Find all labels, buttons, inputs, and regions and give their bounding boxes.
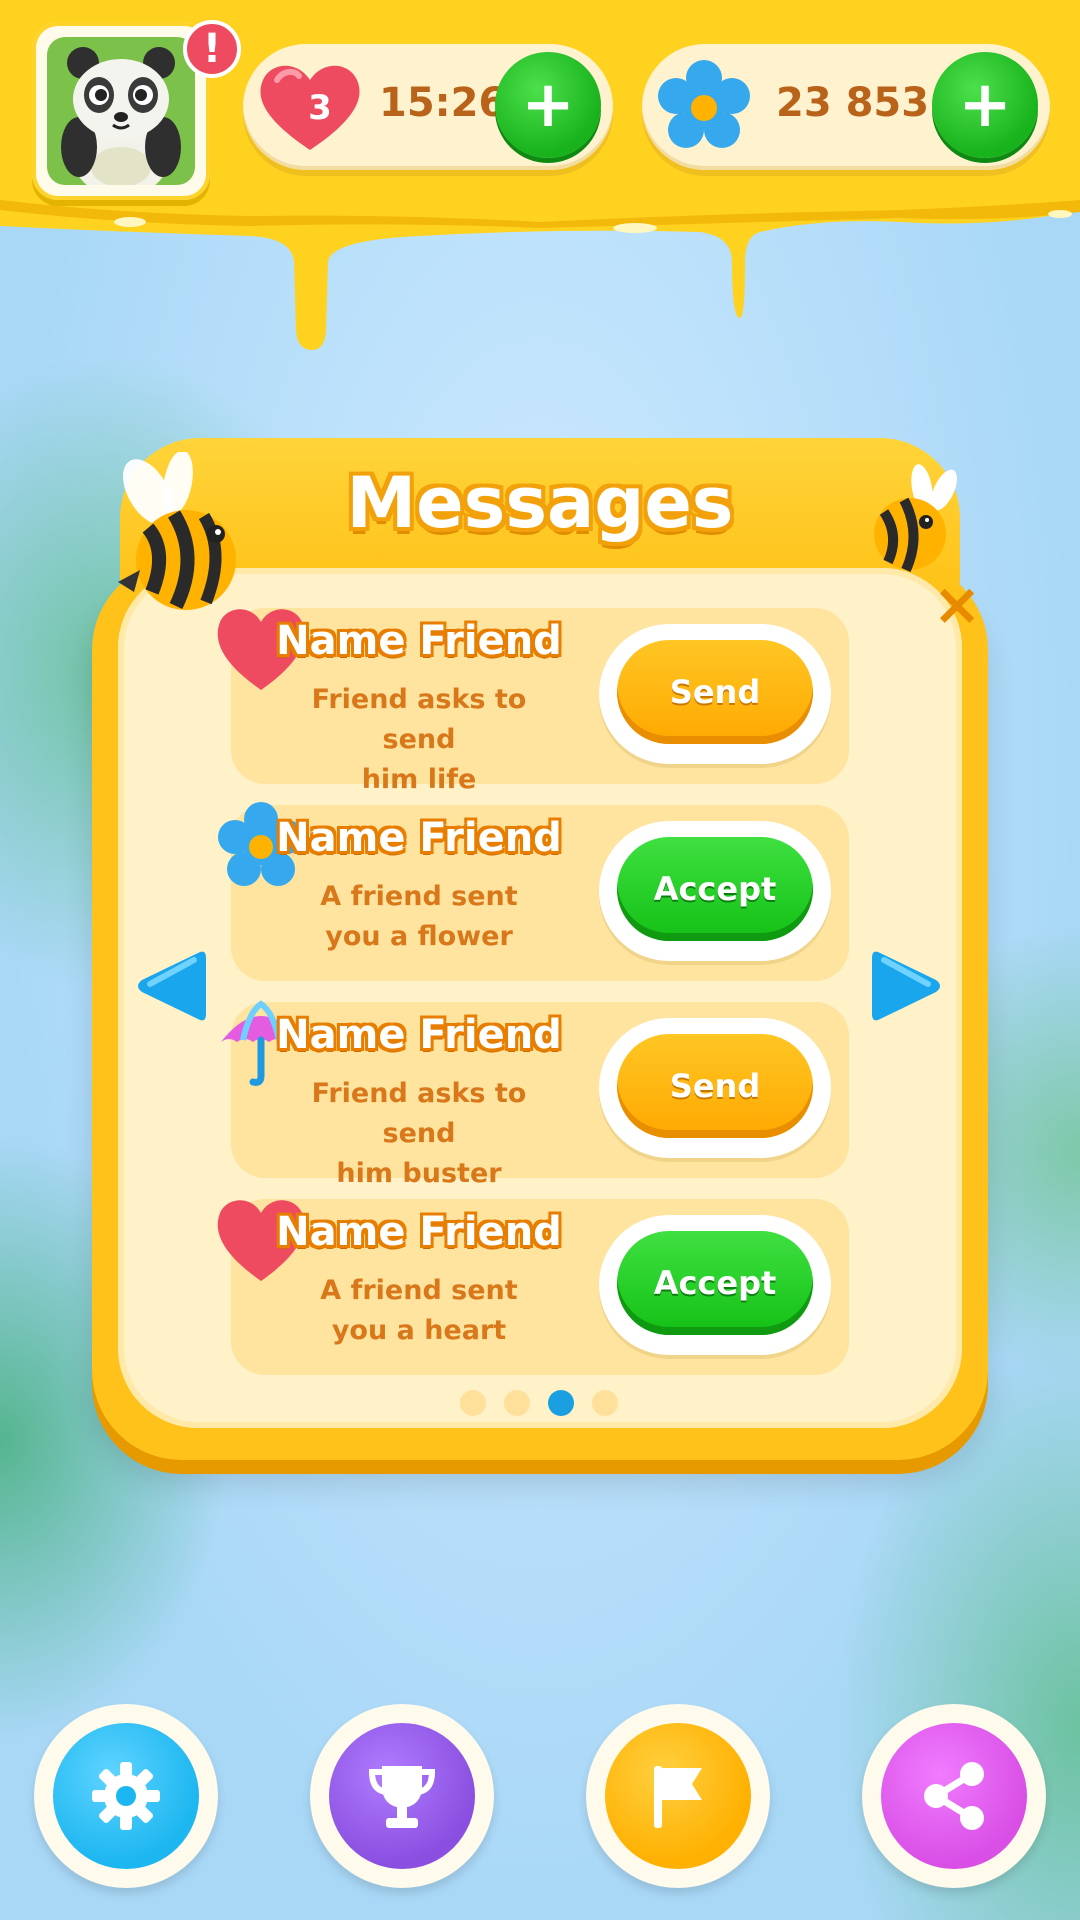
flag-icon — [654, 1766, 702, 1828]
action-button-frame: Accept — [599, 821, 831, 961]
alert-badge: ! — [183, 20, 241, 78]
lives-counter: 3 15:26 + — [243, 44, 613, 170]
message-text-line: Friend asks to send — [311, 1078, 527, 1149]
lives-timer: 15:26 — [379, 80, 507, 126]
panda-avatar-icon — [47, 37, 195, 185]
action-button-frame: Send — [599, 624, 831, 764]
page-dot[interactable] — [460, 1390, 486, 1416]
flower-icon — [658, 60, 750, 148]
action-button-frame: Send — [599, 1018, 831, 1158]
leaderboard-button[interactable] — [310, 1704, 494, 1888]
message-text-line: him buster — [336, 1158, 502, 1189]
message-text-line: him life — [361, 764, 477, 795]
lives-count: 3 — [308, 88, 332, 128]
message-text-line: A friend sent — [320, 881, 518, 912]
gear-icon — [92, 1762, 160, 1830]
message-row: Name Friend A friend sent you a flower A… — [218, 802, 849, 981]
send-button[interactable]: Send — [617, 640, 813, 744]
message-text: Friend asks to send him buster — [271, 1074, 567, 1194]
share-icon — [924, 1762, 984, 1830]
friend-name: Name Friend — [276, 815, 562, 861]
bee-decoration-right — [874, 464, 957, 573]
message-text-line: you a flower — [325, 921, 513, 952]
share-button[interactable] — [862, 1704, 1046, 1888]
flower-currency-counter: 23 853 + — [642, 44, 1050, 170]
levels-button[interactable] — [586, 1704, 770, 1888]
message-row: Name Friend A friend sent you a heart Ac… — [217, 1199, 849, 1375]
accept-button[interactable]: Accept — [617, 837, 813, 941]
bee-decoration-left — [118, 452, 236, 610]
message-text: A friend sent you a heart — [271, 1271, 567, 1351]
message-text-line: A friend sent — [320, 1275, 518, 1306]
message-text-line: Friend asks to send — [311, 684, 527, 755]
page-dot[interactable] — [504, 1390, 530, 1416]
accept-button[interactable]: Accept — [617, 1231, 813, 1335]
settings-button[interactable] — [34, 1704, 218, 1888]
send-button[interactable]: Send — [617, 1034, 813, 1138]
add-lives-button[interactable]: + — [495, 52, 601, 158]
message-text: A friend sent you a flower — [271, 877, 567, 957]
next-page-arrow[interactable] — [872, 946, 944, 1026]
previous-page-arrow[interactable] — [134, 946, 206, 1026]
trophy-icon — [368, 1766, 436, 1828]
message-text: Friend asks to send him life — [271, 680, 567, 800]
page-dot[interactable] — [592, 1390, 618, 1416]
friend-name: Name Friend — [276, 1012, 562, 1058]
action-button-frame: Accept — [599, 1215, 831, 1355]
friend-name: Name Friend — [276, 618, 562, 664]
pagination-dots — [460, 1390, 620, 1420]
page-dot-active[interactable] — [548, 1390, 574, 1416]
message-text-line: you a heart — [331, 1315, 507, 1346]
friend-name: Name Friend — [276, 1209, 562, 1255]
message-row: Name Friend Friend asks to send him life… — [217, 608, 849, 795]
message-row: Name Friend Friend asks to send him bust… — [221, 1000, 849, 1189]
add-flowers-button[interactable]: + — [932, 52, 1038, 158]
flower-amount: 23 853 — [776, 80, 930, 126]
